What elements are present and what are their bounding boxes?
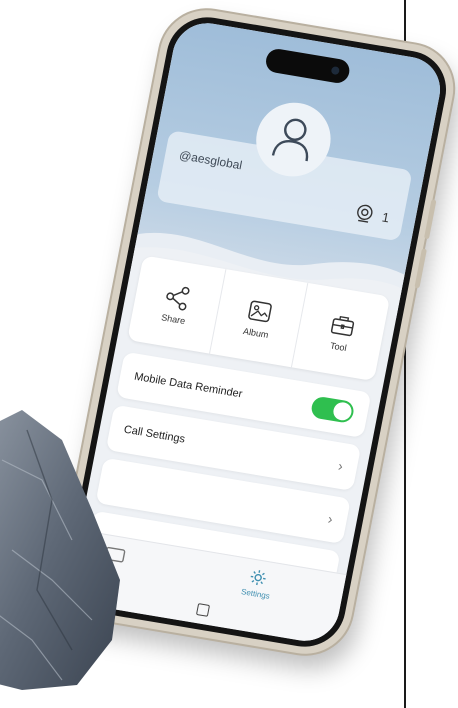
mobile-data-reminder-toggle[interactable]	[309, 395, 356, 424]
user-icon	[271, 118, 309, 162]
chevron-right-icon: ›	[336, 457, 345, 475]
device-count-value: 1	[380, 208, 391, 225]
username: @aesglobal	[178, 148, 244, 173]
tab-settings[interactable]: Settings	[240, 566, 274, 601]
home-button-icon[interactable]	[195, 603, 211, 617]
tool-icon	[330, 315, 354, 337]
share-icon	[166, 286, 190, 311]
gear-icon	[251, 570, 267, 586]
tab-settings-label: Settings	[240, 587, 271, 601]
tool-button[interactable]: Tool	[292, 283, 390, 381]
mobile-data-reminder-label: Mobile Data Reminder	[133, 370, 244, 401]
call-settings-label: Call Settings	[122, 423, 187, 446]
chevron-right-icon: ›	[326, 510, 335, 528]
album-label: Album	[242, 325, 270, 340]
device-count[interactable]: 1	[353, 202, 392, 227]
camera-icon	[356, 204, 373, 223]
share-button[interactable]: Share	[127, 255, 227, 354]
album-button[interactable]: Album	[209, 269, 309, 368]
tool-label: Tool	[329, 340, 348, 354]
share-label: Share	[160, 312, 187, 327]
album-icon	[248, 300, 272, 323]
rock-decoration	[0, 410, 120, 690]
